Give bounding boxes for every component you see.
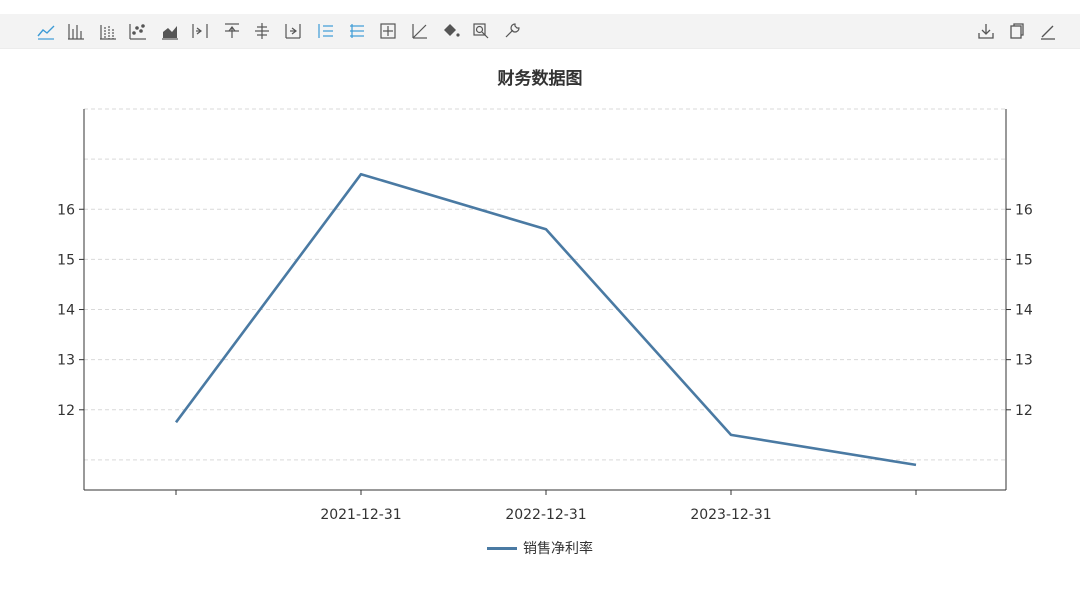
y-tick-label-right: 12 (1015, 403, 1033, 419)
legend-line-swatch (487, 546, 517, 550)
y-tick-label-left: 13 (57, 353, 75, 369)
y-tick-label-left: 16 (57, 202, 75, 218)
y-tick-label-right: 16 (1015, 202, 1033, 218)
series-line-销售净利率 (174, 172, 917, 467)
y-tick-label-left: 12 (57, 403, 75, 419)
x-tick-label: 2022-12-31 (505, 507, 586, 523)
y-tick-label-left: 14 (57, 303, 75, 319)
legend-label: 销售净利率 (523, 541, 593, 557)
y-tick-label-left: 15 (57, 252, 75, 268)
x-tick-label: 2021-12-31 (320, 507, 401, 523)
x-tick-label: 2023-12-31 (690, 507, 771, 523)
y-tick-label-right: 14 (1015, 303, 1033, 319)
legend[interactable]: 销售净利率 (0, 538, 1080, 558)
line-chart: 12 12 13 13 14 14 15 15 16 16 2021-12-31 2022-12-31… (57, 108, 1033, 523)
y-tick-label-right: 15 (1015, 252, 1033, 268)
y-tick-label-right: 13 (1015, 353, 1033, 369)
